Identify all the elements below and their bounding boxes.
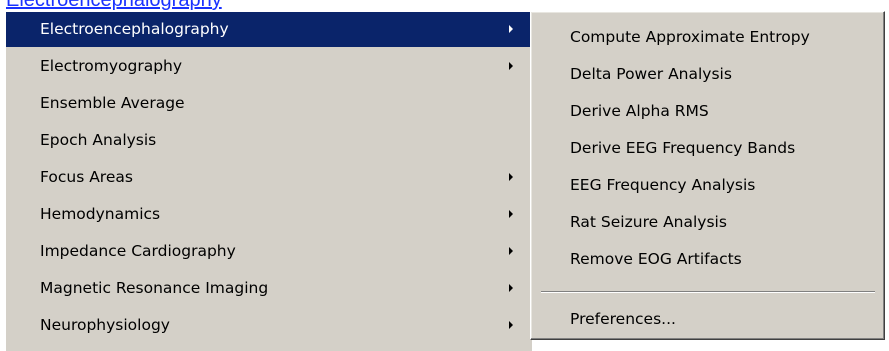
submenu-item-label: Derive EEG Frequency Bands [570,139,796,157]
menu-item-label: Focus Areas [40,168,133,186]
submenu-arrow-icon [509,62,513,70]
submenu-arrow-icon [509,173,513,181]
submenu-arrow-icon [509,321,513,329]
submenu-arrow-icon [509,284,513,292]
menu-item-electromyography[interactable]: Electromyography [6,49,531,84]
menu-item-label: Impedance Cardiography [40,242,236,260]
submenu-arrow-icon [509,25,513,33]
menu-item-neurophysiology[interactable]: Neurophysiology [6,308,531,343]
menu-item-hemodynamics[interactable]: Hemodynamics [6,197,531,232]
menu-item-ensemble-average[interactable]: Ensemble Average [6,86,531,121]
menu-item-label: Electromyography [40,57,183,75]
submenu-item-remove-eog-artifacts[interactable]: Remove EOG Artifacts [533,241,882,277]
submenu-item-derive-alpha-rms[interactable]: Derive Alpha RMS [533,93,882,129]
submenu-item-rat-seizure-analysis[interactable]: Rat Seizure Analysis [533,204,882,240]
menu-item-label: Magnetic Resonance Imaging [40,279,269,297]
main-menu: Electroencephalography Electromyography … [5,11,532,351]
eeg-submenu: Compute Approximate Entropy Delta Power … [530,11,885,340]
menu-item-epoch-analysis[interactable]: Epoch Analysis [6,123,531,158]
submenu-item-label: Remove EOG Artifacts [570,250,742,268]
menu-item-label: Hemodynamics [40,205,161,223]
submenu-item-eeg-frequency-analysis[interactable]: EEG Frequency Analysis [533,167,882,203]
submenu-item-delta-power-analysis[interactable]: Delta Power Analysis [533,56,882,92]
submenu-item-derive-eeg-frequency-bands[interactable]: Derive EEG Frequency Bands [533,130,882,166]
submenu-item-label: EEG Frequency Analysis [570,176,756,194]
menu-item-impedance-cardiography[interactable]: Impedance Cardiography [6,234,531,269]
submenu-item-label: Compute Approximate Entropy [570,28,810,46]
submenu-item-label: Preferences... [570,310,676,328]
submenu-arrow-icon [509,210,513,218]
menu-item-focus-areas[interactable]: Focus Areas [6,160,531,195]
menu-item-label: Electroencephalography [40,20,229,38]
submenu-item-label: Delta Power Analysis [570,65,732,83]
menu-item-label: Neurophysiology [40,316,170,334]
submenu-arrow-icon [509,247,513,255]
submenu-item-label: Derive Alpha RMS [570,102,709,120]
menu-item-label: Epoch Analysis [40,131,157,149]
page-title-link[interactable]: Electroencephalography [6,0,222,11]
submenu-item-label: Rat Seizure Analysis [570,213,727,231]
menu-item-electroencephalography[interactable]: Electroencephalography [6,12,531,47]
menu-separator [541,291,875,293]
submenu-item-preferences[interactable]: Preferences... [533,301,882,337]
submenu-item-compute-approximate-entropy[interactable]: Compute Approximate Entropy [533,19,882,55]
menu-item-magnetic-resonance-imaging[interactable]: Magnetic Resonance Imaging [6,271,531,306]
menu-item-label: Ensemble Average [40,94,185,112]
